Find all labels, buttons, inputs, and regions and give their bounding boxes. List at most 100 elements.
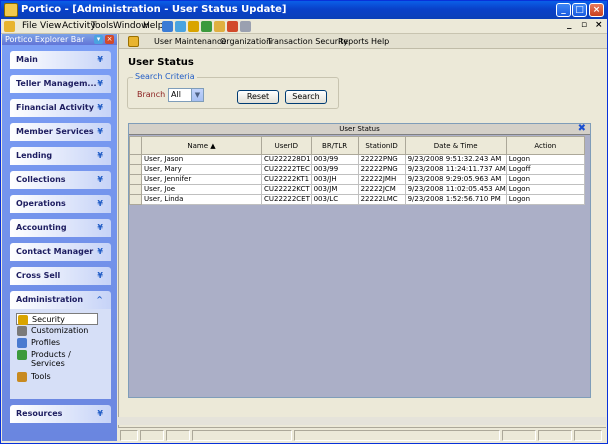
- group-operations[interactable]: Operations ¥: [10, 195, 111, 213]
- sidebar-item-profiles[interactable]: Profiles: [16, 337, 111, 349]
- menu-file[interactable]: File: [22, 21, 37, 31]
- group-member-services[interactable]: Member Services ¥: [10, 123, 111, 141]
- group-teller-management[interactable]: Teller Managem... ¥: [10, 75, 111, 93]
- mdi-restore-button[interactable]: ▫: [581, 20, 587, 30]
- toolbar-hand-icon[interactable]: [214, 21, 225, 32]
- cell-name: User, Mary: [141, 164, 262, 175]
- column-header-userid[interactable]: UserID: [261, 136, 312, 155]
- group-cross-sell[interactable]: Cross Sell ¥: [10, 267, 111, 285]
- column-header-stationid[interactable]: StationID: [357, 136, 406, 155]
- chevron-down-icon: ¥: [97, 409, 103, 418]
- title-bar[interactable]: Portico - [Administration - User Status …: [1, 1, 607, 19]
- gear-icon: [17, 326, 27, 336]
- chevron-down-icon: ¥: [97, 79, 103, 88]
- group-collections[interactable]: Collections ¥: [10, 171, 111, 189]
- cell-stationid: 22222JMH: [357, 174, 406, 185]
- explorer-bar-header: Portico Explorer Bar ▾ ×: [2, 34, 117, 45]
- maximize-button[interactable]: □: [572, 3, 587, 17]
- menu-reports[interactable]: Reports: [338, 37, 369, 46]
- chevron-up-icon: ^: [96, 295, 103, 304]
- column-header-action[interactable]: Action: [505, 136, 585, 155]
- sidebar-item-security[interactable]: Security: [16, 313, 98, 325]
- table-row[interactable]: User, Mary CU22222TEC 003/99 22222PNG 9/…: [129, 164, 585, 175]
- toolbar-printer-icon[interactable]: [240, 21, 251, 32]
- status-panel: [502, 430, 536, 441]
- menu-view[interactable]: View: [40, 21, 61, 31]
- explorer-bar-title: Portico Explorer Bar: [5, 35, 85, 44]
- horizontal-scrollbar[interactable]: [118, 417, 606, 425]
- menu-user-maintenance[interactable]: User Maintenance: [154, 37, 226, 46]
- toolbar-lock-icon[interactable]: [188, 21, 199, 32]
- cell-name: User, Joe: [141, 184, 262, 195]
- cell-date-time: 9/23/2008 1:52:56.710 PM: [404, 194, 507, 205]
- table-row[interactable]: User, Linda CU22222CET 003/LC 22222LMC 9…: [129, 194, 585, 205]
- toolbar-calc-icon[interactable]: [201, 21, 212, 32]
- cell-br-tlr: 003/99: [310, 164, 359, 175]
- status-panel: [166, 430, 190, 441]
- app-menu-icon[interactable]: [4, 21, 15, 32]
- cell-userid: CU22222KT1: [261, 174, 312, 185]
- sidebar-item-products-services[interactable]: Products / Services: [16, 349, 111, 371]
- user-status-grid: User Status ✖ Name ▲ UserID BR/TLR Stati…: [128, 123, 591, 398]
- mdi-close-button[interactable]: ×: [595, 20, 603, 30]
- close-button[interactable]: ×: [589, 3, 604, 17]
- table-row[interactable]: User, Joe CU22222KCT 003/JM 22222JCM 9/2…: [129, 184, 585, 195]
- group-main[interactable]: Main ¥: [10, 51, 111, 69]
- menu-bar: File View Activity Tools Window Help _ ▫…: [1, 19, 607, 34]
- row-selector-header: [129, 136, 142, 155]
- user-status-table: Name ▲ UserID BR/TLR StationID Date & Ti…: [129, 136, 585, 205]
- explorer-pin-icon[interactable]: ▾: [94, 35, 103, 44]
- column-header-name[interactable]: Name ▲: [141, 136, 262, 155]
- search-button[interactable]: Search: [285, 90, 327, 104]
- cell-name: User, Jason: [141, 154, 262, 165]
- toolbar-home-icon[interactable]: [162, 21, 173, 32]
- status-panel: [140, 430, 164, 441]
- cell-userid: CU222228D1: [261, 154, 312, 165]
- explorer-close-icon[interactable]: ×: [105, 35, 114, 44]
- group-financial-activity[interactable]: Financial Activity ¥: [10, 99, 111, 117]
- row-selector[interactable]: [129, 184, 142, 195]
- row-selector[interactable]: [129, 164, 142, 175]
- toolbar-globe-icon[interactable]: [175, 21, 186, 32]
- export-icon[interactable]: ✖: [578, 123, 586, 134]
- column-header-br-tlr[interactable]: BR/TLR: [310, 136, 359, 155]
- sort-ascending-icon: ▲: [210, 141, 216, 150]
- group-lending[interactable]: Lending ¥: [10, 147, 111, 165]
- group-resources[interactable]: Resources ¥: [10, 405, 111, 423]
- portico-app-icon: [4, 3, 18, 17]
- group-accounting[interactable]: Accounting ¥: [10, 219, 111, 237]
- column-header-date-time[interactable]: Date & Time: [404, 136, 507, 155]
- row-selector[interactable]: [129, 154, 142, 165]
- table-row[interactable]: User, Jason CU222228D1 003/99 22222PNG 9…: [129, 154, 585, 165]
- chevron-down-icon: ¥: [97, 103, 103, 112]
- menu-tools[interactable]: Tools: [91, 21, 113, 31]
- minimize-button[interactable]: _: [556, 3, 571, 17]
- cell-date-time: 9/23/2008 11:24:11.737 AM: [404, 164, 507, 175]
- cell-userid: CU22222TEC: [261, 164, 312, 175]
- key-icon: [18, 315, 28, 325]
- branch-label: Branch: [137, 90, 166, 99]
- toolbar-arrow-icon[interactable]: [227, 21, 238, 32]
- branch-select[interactable]: All ▼: [168, 88, 204, 102]
- reset-button[interactable]: Reset: [237, 90, 279, 104]
- search-criteria-group: Search Criteria Branch All ▼ Reset Searc…: [127, 72, 339, 109]
- sidebar-item-customization[interactable]: Customization: [16, 325, 111, 337]
- cell-action: Logon: [505, 174, 585, 185]
- group-contact-manager[interactable]: Contact Manager ¥: [10, 243, 111, 261]
- group-administration[interactable]: Administration ^: [10, 291, 111, 309]
- administration-items: Security Customization Profiles Products…: [10, 309, 111, 399]
- menu-help-app[interactable]: Help: [371, 37, 389, 46]
- table-row[interactable]: User, Jennifer CU22222KT1 003/JH 22222JM…: [129, 174, 585, 185]
- row-selector[interactable]: [129, 174, 142, 185]
- status-bar: [118, 427, 606, 442]
- sidebar-item-tools[interactable]: Tools: [16, 371, 111, 383]
- mdi-minimize-button[interactable]: _: [567, 20, 572, 30]
- menu-help[interactable]: Help: [143, 21, 164, 31]
- row-selector[interactable]: [129, 194, 142, 205]
- chevron-down-icon: ¥: [97, 175, 103, 184]
- menu-organization[interactable]: Organization: [220, 37, 271, 46]
- chevron-down-icon: ▼: [191, 89, 203, 101]
- explorer-sidebar: Main ¥ Teller Managem... ¥ Financial Activ…: [2, 45, 117, 441]
- cell-name: User, Jennifer: [141, 174, 262, 185]
- menu-transaction-security[interactable]: Transaction Security: [267, 37, 348, 46]
